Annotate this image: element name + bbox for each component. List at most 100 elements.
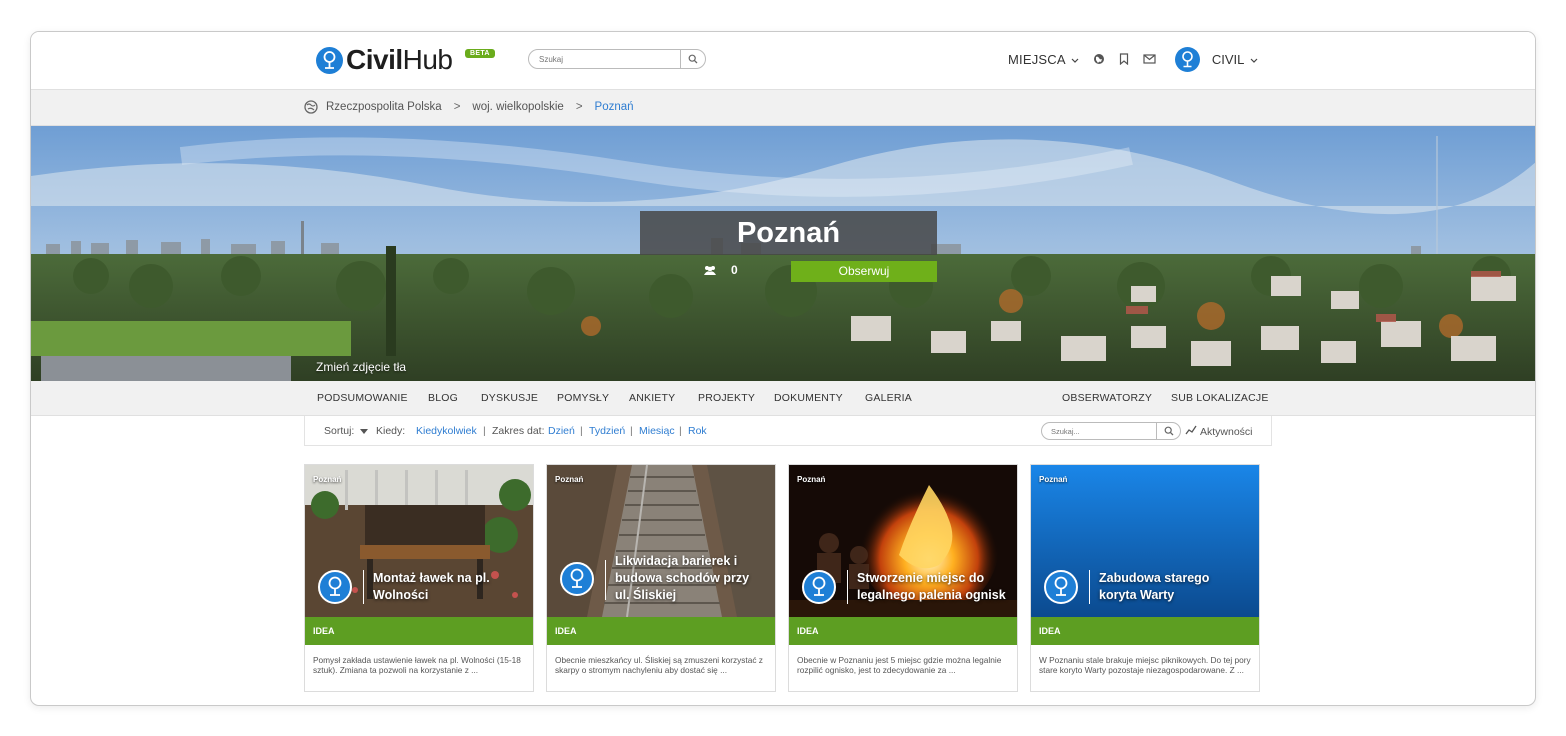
breadcrumb-separator: > xyxy=(453,101,461,113)
user-menu[interactable]: CIVIL xyxy=(1212,52,1258,67)
when-anytime-link[interactable]: Kiedykolwiek xyxy=(416,425,477,437)
hero-banner: Poznań 0 Obserwuj Zmień zdjęcie tła xyxy=(31,126,1535,381)
idea-card[interactable]: Poznań Zabudowa starego koryta Warty IDE… xyxy=(1030,464,1260,692)
logo-text-civil: Civil xyxy=(346,44,403,75)
card-divider xyxy=(605,560,606,600)
activity-chart-icon xyxy=(1185,425,1197,435)
tab-blog[interactable]: BLOG xyxy=(428,392,458,404)
idea-card[interactable]: Poznań Likwidacja barierek i budowa scho… xyxy=(546,464,776,692)
card-description: W Poznaniu stale brakuje miejsc piknikow… xyxy=(1039,655,1251,676)
card-divider xyxy=(1089,570,1090,604)
idea-card[interactable]: Poznań Stworzenie miejsc do legalnego pa… xyxy=(788,464,1018,692)
card-title[interactable]: Stworzenie miejsc do legalnego palenia o… xyxy=(857,560,1007,614)
places-menu-label: MIEJSCA xyxy=(1008,51,1066,67)
date-range-label: Zakres dat: xyxy=(492,425,545,437)
card-description: Obecnie w Poznaniu jest 5 miejsc gdzie m… xyxy=(797,655,1002,676)
author-avatar[interactable] xyxy=(1044,570,1078,604)
card-image: Poznań Stworzenie miejsc do legalnego pa… xyxy=(789,465,1017,617)
card-divider xyxy=(847,570,848,604)
tab-galeria[interactable]: GALERIA xyxy=(865,392,912,404)
filter-separator: | xyxy=(483,425,486,437)
sort-label: Sortuj: xyxy=(324,425,355,437)
logo-icon xyxy=(316,46,343,74)
places-menu[interactable]: MIEJSCA xyxy=(1008,52,1079,67)
filter-bar: Sortuj: Kiedy: Kiedykolwiek | Zakres dat… xyxy=(304,416,1272,446)
followers-icon xyxy=(704,266,716,275)
section-tabs: PODSUMOWANIE BLOG DYSKUSJE POMYSŁY ANKIE… xyxy=(31,381,1535,416)
range-year-link[interactable]: Rok xyxy=(688,425,707,437)
tab-projekty[interactable]: PROJEKTY xyxy=(698,392,755,404)
change-background-link[interactable]: Zmień zdjęcie tła xyxy=(316,360,406,374)
tab-sub-lokalizacje[interactable]: SUB LOKALIZACJE xyxy=(1171,392,1269,404)
sort-dropdown[interactable]: Sortuj: xyxy=(324,425,369,437)
card-image: Poznań Zabudowa starego koryta Warty xyxy=(1031,465,1259,617)
idea-card[interactable]: Poznań Montaż ławek na pl. Wolności IDEA… xyxy=(304,464,534,692)
chevron-down-icon xyxy=(1071,58,1079,63)
header-search xyxy=(528,49,706,69)
civilhub-logo[interactable]: CivilHub BETA xyxy=(316,45,495,75)
breadcrumb-separator: > xyxy=(575,101,583,113)
user-name: CIVIL xyxy=(1211,51,1244,67)
card-type-badge: IDEA xyxy=(305,617,533,645)
search-icon xyxy=(1164,426,1173,436)
range-week-link[interactable]: Tydzień xyxy=(589,425,625,437)
filter-separator: | xyxy=(679,425,682,437)
tab-podsumowanie[interactable]: PODSUMOWANIE xyxy=(317,392,408,404)
author-avatar[interactable] xyxy=(560,562,594,596)
tab-ankiety[interactable]: ANKIETY xyxy=(629,392,675,404)
tab-obserwatorzy[interactable]: OBSERWATORZY xyxy=(1062,392,1152,404)
card-location[interactable]: Poznań xyxy=(797,475,825,484)
author-avatar[interactable] xyxy=(318,570,352,604)
card-title[interactable]: Montaż ławek na pl. Wolności xyxy=(373,560,523,614)
tab-dokumenty[interactable]: DOKUMENTY xyxy=(774,392,843,404)
author-avatar[interactable] xyxy=(802,570,836,604)
bookmark-icon[interactable] xyxy=(1119,53,1129,65)
content-search xyxy=(1041,422,1181,440)
card-divider xyxy=(363,570,364,604)
tab-pomysly[interactable]: POMYSŁY xyxy=(557,392,609,404)
logo-text-hub: Hub xyxy=(402,44,453,75)
chevron-down-icon xyxy=(1250,58,1257,63)
header-search-button[interactable] xyxy=(680,50,705,68)
followers-count: 0 xyxy=(703,263,738,277)
header-nav: MIEJSCA CIVIL xyxy=(1008,46,1258,72)
card-image: Poznań Likwidacja barierek i budowa scho… xyxy=(547,465,775,617)
activity-label: Aktywności xyxy=(1200,426,1253,438)
breadcrumb-bar: Rzeczpospolita Polska > woj. wielkopolsk… xyxy=(31,89,1535,126)
card-type-badge: IDEA xyxy=(789,617,1017,645)
tab-dyskusje[interactable]: DYSKUSJE xyxy=(481,392,538,404)
search-icon xyxy=(688,54,698,64)
card-title[interactable]: Likwidacja barierek i budowa schodów prz… xyxy=(615,551,765,605)
breadcrumb-city[interactable]: Poznań xyxy=(595,101,634,113)
browser-frame: CivilHub BETA MIEJSCA xyxy=(30,31,1536,706)
range-day-link[interactable]: Dzień xyxy=(548,425,575,437)
logo-text: CivilHub xyxy=(346,45,453,75)
beta-badge: BETA xyxy=(465,49,495,58)
card-location[interactable]: Poznań xyxy=(1039,475,1067,484)
city-title: Poznań xyxy=(640,211,937,255)
card-description: Pomysł zakłada ustawienie ławek na pl. W… xyxy=(313,655,521,676)
when-label: Kiedy: xyxy=(376,425,406,437)
follow-button[interactable]: Obserwuj xyxy=(791,261,937,282)
world-map-icon xyxy=(304,100,318,114)
envelope-icon[interactable] xyxy=(1143,54,1156,64)
card-type-badge: IDEA xyxy=(547,617,775,645)
content-search-input[interactable] xyxy=(1042,423,1156,439)
header-search-input[interactable] xyxy=(529,50,680,68)
card-location[interactable]: Poznań xyxy=(555,475,583,484)
filter-separator: | xyxy=(630,425,633,437)
globe-icon[interactable] xyxy=(1093,53,1105,65)
followers-number: 0 xyxy=(731,263,738,277)
activity-filter[interactable]: Aktywności xyxy=(1185,425,1253,438)
top-header: CivilHub BETA MIEJSCA xyxy=(31,32,1535,89)
card-location[interactable]: Poznań xyxy=(313,475,341,484)
breadcrumb-region[interactable]: woj. wielkopolskie xyxy=(472,101,563,113)
content-search-button[interactable] xyxy=(1156,423,1180,439)
breadcrumb: Rzeczpospolita Polska > woj. wielkopolsk… xyxy=(304,100,634,114)
filter-separator: | xyxy=(580,425,583,437)
breadcrumb-country[interactable]: Rzeczpospolita Polska xyxy=(326,101,442,113)
user-avatar[interactable] xyxy=(1174,46,1200,72)
range-month-link[interactable]: Miesiąc xyxy=(639,425,675,437)
card-title[interactable]: Zabudowa starego koryta Warty xyxy=(1099,560,1249,614)
card-type-badge: IDEA xyxy=(1031,617,1259,645)
